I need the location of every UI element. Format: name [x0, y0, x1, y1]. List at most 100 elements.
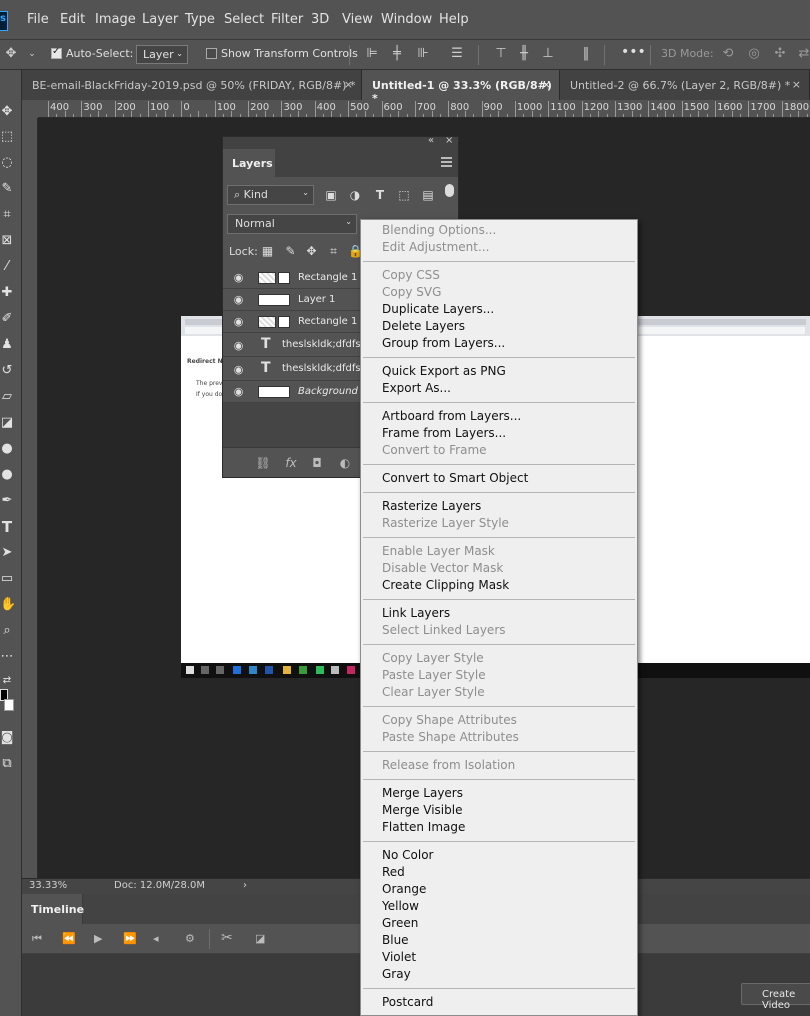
- align-bottom-icon[interactable]: ⊥: [540, 46, 556, 62]
- quick-mask-icon[interactable]: ◙: [0, 730, 14, 746]
- menu-layer[interactable]: Layer: [142, 12, 178, 27]
- align-left-icon[interactable]: ⊫: [364, 46, 380, 62]
- eyedropper-tool-icon[interactable]: ⁄: [0, 259, 14, 275]
- zoom-tool-icon[interactable]: ⌕: [0, 623, 14, 639]
- context-menu-item[interactable]: Export As...: [382, 381, 451, 395]
- menu-view[interactable]: View: [342, 12, 373, 27]
- pixel-filter-icon[interactable]: ▣: [324, 188, 338, 202]
- menu-edit[interactable]: Edit: [60, 12, 85, 27]
- previous-frame-icon[interactable]: ⏪: [62, 932, 76, 945]
- menu-filter[interactable]: Filter: [271, 12, 303, 27]
- eye-icon[interactable]: ◉: [232, 315, 245, 328]
- 3d-roll-icon[interactable]: ◎: [746, 46, 762, 62]
- frame-tool-icon[interactable]: ⊠: [0, 233, 14, 249]
- eye-icon[interactable]: ◉: [232, 339, 245, 352]
- lock-artboard-icon[interactable]: ⌗: [327, 244, 340, 258]
- distribute-vertical-icon[interactable]: ‖: [578, 46, 594, 62]
- swap-colors-icon[interactable]: ⇄: [0, 673, 14, 689]
- context-menu-item[interactable]: Red: [382, 865, 405, 879]
- more-options-button[interactable]: •••: [621, 44, 646, 60]
- zoom-level[interactable]: 33.33%: [29, 880, 67, 891]
- menu-window[interactable]: Window: [381, 12, 432, 27]
- pen-tool-icon[interactable]: ✒: [0, 493, 14, 509]
- dodge-tool-icon[interactable]: ●: [0, 467, 14, 483]
- tab-be-email[interactable]: BE-email-BlackFriday-2019.psd @ 50% (FRI…: [22, 70, 362, 100]
- filter-kind-dropdown[interactable]: ⌕ Kind ⌄: [227, 185, 314, 205]
- eye-icon[interactable]: ◉: [232, 293, 245, 306]
- lock-image-icon[interactable]: ✎: [284, 244, 297, 258]
- context-menu-item[interactable]: Link Layers: [382, 606, 450, 620]
- eye-icon[interactable]: ◉: [232, 271, 245, 284]
- lasso-tool-icon[interactable]: ◌: [0, 155, 14, 171]
- lock-position-icon[interactable]: ✥: [305, 244, 318, 258]
- quick-select-tool-icon[interactable]: ✎: [0, 181, 14, 197]
- more-tools-icon[interactable]: ⋯: [0, 649, 14, 665]
- context-menu-item[interactable]: Rasterize Layers: [382, 499, 481, 513]
- play-icon[interactable]: ▶: [94, 932, 102, 945]
- adjustment-filter-icon[interactable]: ◑: [348, 188, 362, 202]
- move-tool-icon[interactable]: ✥: [0, 104, 14, 120]
- close-icon[interactable]: ×: [542, 78, 551, 91]
- context-menu-item[interactable]: Group from Layers...: [382, 336, 505, 350]
- path-select-icon[interactable]: ➤: [0, 545, 14, 561]
- eye-icon[interactable]: ◉: [232, 385, 245, 398]
- type-tool-icon[interactable]: T: [0, 519, 14, 535]
- auto-select-checkbox[interactable]: [51, 46, 62, 59]
- move-tool-icon[interactable]: ✥: [3, 46, 19, 62]
- adjustment-layer-icon[interactable]: ◐: [337, 456, 353, 470]
- align-vcenter-icon[interactable]: ╫: [516, 46, 532, 62]
- context-menu-item[interactable]: Artboard from Layers...: [382, 409, 521, 423]
- add-mask-icon[interactable]: ◘: [309, 456, 325, 470]
- menu-image[interactable]: Image: [95, 12, 136, 27]
- panel-menu-icon[interactable]: [441, 157, 452, 167]
- context-menu-item[interactable]: Frame from Layers...: [382, 426, 506, 440]
- background-color-swatch[interactable]: [4, 699, 14, 711]
- context-menu-item[interactable]: No Color: [382, 848, 433, 862]
- blur-tool-icon[interactable]: ●: [0, 441, 14, 457]
- 3d-slide-icon[interactable]: ⇄: [796, 46, 810, 62]
- context-menu-item[interactable]: Violet: [382, 950, 416, 964]
- close-icon[interactable]: ×: [792, 78, 801, 91]
- screen-mode-icon[interactable]: ⧉: [0, 756, 14, 772]
- context-menu-item[interactable]: Flatten Image: [382, 820, 465, 834]
- close-icon[interactable]: ×: [445, 135, 453, 146]
- menu-3d[interactable]: 3D: [311, 12, 329, 27]
- context-menu-item[interactable]: Duplicate Layers...: [382, 302, 494, 316]
- context-menu-item[interactable]: Orange: [382, 882, 426, 896]
- align-hcenter-icon[interactable]: ╪: [389, 46, 405, 62]
- lock-transparent-icon[interactable]: ▦: [261, 244, 274, 258]
- healing-brush-icon[interactable]: ✚: [0, 285, 14, 301]
- clone-stamp-icon[interactable]: ♟: [0, 337, 14, 353]
- context-menu-item[interactable]: Convert to Smart Object: [382, 471, 528, 485]
- tab-untitled-1[interactable]: Untitled-1 @ 33.3% (RGB/8#) * ×: [362, 70, 560, 105]
- context-menu-item[interactable]: Green: [382, 916, 418, 930]
- tab-layers[interactable]: Layers: [223, 149, 275, 177]
- auto-select-target-dropdown[interactable]: Layer ⌄: [136, 45, 188, 64]
- eraser-tool-icon[interactable]: ▱: [0, 389, 14, 405]
- tool-preset-chevron-icon[interactable]: ⌄: [24, 46, 40, 62]
- menu-select[interactable]: Select: [224, 12, 264, 27]
- tab-timeline[interactable]: Timeline: [22, 894, 84, 924]
- type-filter-icon[interactable]: T: [373, 188, 387, 202]
- marquee-tool-icon[interactable]: ⬚: [0, 129, 14, 145]
- context-menu-item[interactable]: Merge Layers: [382, 786, 463, 800]
- crop-tool-icon[interactable]: ⌗: [0, 207, 14, 223]
- rectangle-tool-icon[interactable]: ▭: [0, 571, 14, 587]
- align-top-icon[interactable]: ⊤: [493, 46, 509, 62]
- close-icon[interactable]: ×: [344, 78, 353, 91]
- next-frame-icon[interactable]: ⏩: [123, 932, 137, 945]
- paint-bucket-icon[interactable]: ◪: [0, 415, 14, 431]
- create-video-button[interactable]: Create Video: [741, 983, 810, 1011]
- tab-untitled-2[interactable]: Untitled-2 @ 66.7% (Layer 2, RGB/8#) * ×: [560, 70, 810, 100]
- menu-file[interactable]: File: [27, 12, 49, 27]
- context-menu-item[interactable]: Delete Layers: [382, 319, 465, 333]
- brush-tool-icon[interactable]: ✐: [0, 311, 14, 327]
- fx-icon[interactable]: fx: [283, 456, 299, 470]
- context-menu-item[interactable]: Merge Visible: [382, 803, 462, 817]
- distribute-icon[interactable]: ☰: [449, 46, 465, 62]
- hand-tool-icon[interactable]: ✋: [0, 597, 14, 613]
- first-frame-icon[interactable]: ⏮: [32, 932, 42, 946]
- context-menu-item[interactable]: Create Clipping Mask: [382, 578, 509, 592]
- menu-help[interactable]: Help: [439, 12, 469, 27]
- filter-toggle[interactable]: [445, 184, 454, 197]
